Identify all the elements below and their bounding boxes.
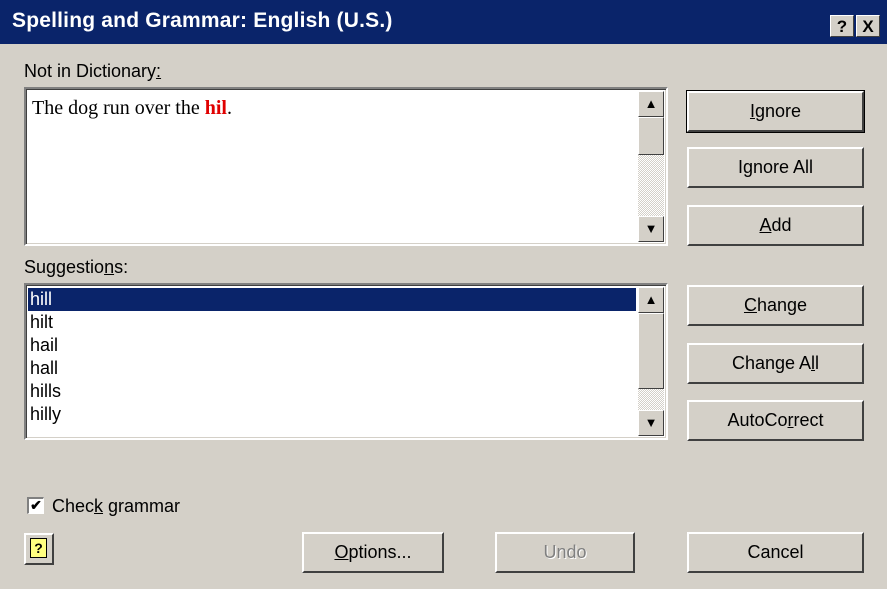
help-icon[interactable]: ?	[830, 15, 854, 37]
not-in-dictionary-textbox[interactable]: The dog run over the hil. ▲ ▼	[24, 87, 668, 246]
cancel-button[interactable]: Cancel	[687, 532, 864, 573]
suggestion-item[interactable]: hilt	[28, 311, 636, 334]
scroll-down-icon[interactable]: ▼	[638, 410, 664, 436]
ignore-all-button[interactable]: Ignore All	[687, 147, 864, 188]
suggestion-item[interactable]: hall	[28, 357, 636, 380]
ignore-button[interactable]: Ignore	[686, 90, 865, 133]
suggestion-item[interactable]: hill	[28, 288, 636, 311]
suggestion-item[interactable]: hills	[28, 380, 636, 403]
window-title: Spelling and Grammar: English (U.S.)	[12, 9, 393, 32]
autocorrect-button[interactable]: AutoCorrect	[687, 400, 864, 441]
not-in-dictionary-label: Not in Dictionary:	[24, 61, 162, 81]
check-grammar-checkbox[interactable]: ✔	[27, 497, 44, 514]
change-all-button[interactable]: Change All	[687, 343, 864, 384]
close-icon[interactable]: X	[856, 15, 880, 37]
check-grammar-label[interactable]: Check grammar	[52, 496, 180, 517]
sentence-text: The dog run over the hil.	[32, 97, 232, 119]
undo-button[interactable]: Undo	[495, 532, 635, 573]
title-bar: Spelling and Grammar: English (U.S.) ? X	[0, 0, 887, 44]
textbox-scrollbar[interactable]: ▲ ▼	[638, 91, 664, 242]
help-icon: ?	[30, 538, 47, 558]
help-button[interactable]: ?	[24, 533, 54, 565]
suggestion-item[interactable]: hilly	[28, 403, 636, 426]
scroll-thumb[interactable]	[638, 117, 664, 155]
suggestions-label: Suggestions:	[24, 257, 129, 277]
change-button[interactable]: Change	[687, 285, 864, 326]
scroll-down-icon[interactable]: ▼	[638, 216, 664, 242]
scroll-up-icon[interactable]: ▲	[638, 287, 664, 313]
add-button[interactable]: Add	[687, 205, 864, 246]
suggestions-items: hill hilt hail hall hills hilly	[28, 288, 636, 426]
suggestion-item[interactable]: hail	[28, 334, 636, 357]
suggestions-list[interactable]: hill hilt hail hall hills hilly ▲ ▼	[24, 283, 668, 440]
suggestions-scrollbar[interactable]: ▲ ▼	[638, 287, 664, 436]
scroll-up-icon[interactable]: ▲	[638, 91, 664, 117]
scroll-thumb[interactable]	[638, 313, 664, 389]
options-button[interactable]: Options...	[302, 532, 444, 573]
misspelled-word: hil	[204, 97, 227, 119]
